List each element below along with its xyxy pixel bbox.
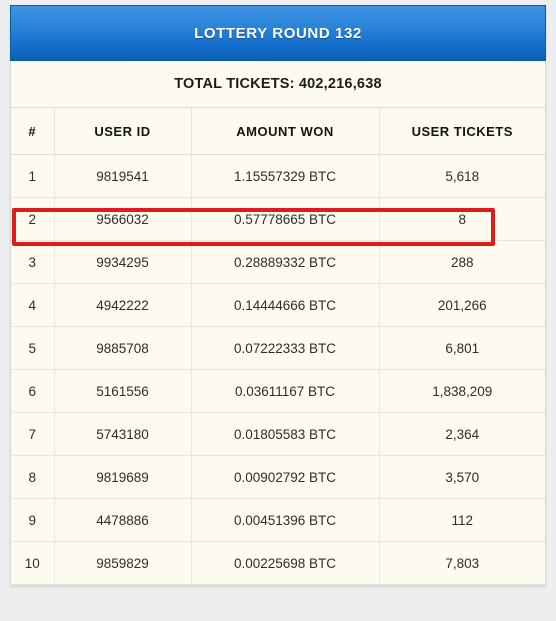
cell-rank: 9 xyxy=(11,498,55,542)
table-row[interactable]: 5 9885708 0.07222333 BTC 6,801 xyxy=(11,326,545,370)
table-body: 1 9819541 1.15557329 BTC 5,618 2 9566032 0.577… xyxy=(11,154,545,585)
table-row[interactable]: 2 9566032 0.57778665 BTC 8 xyxy=(11,197,545,241)
cell-rank: 2 xyxy=(11,197,55,241)
cell-user-id: 9859829 xyxy=(54,541,192,585)
cell-user-id: 5743180 xyxy=(54,412,192,456)
cell-rank: 7 xyxy=(11,412,55,456)
cell-user-id: 5161556 xyxy=(54,369,192,413)
cell-user-tickets: 8 xyxy=(379,197,545,241)
cell-amount-won: 0.57778665 BTC xyxy=(191,197,380,241)
cell-user-tickets: 7,803 xyxy=(379,541,545,585)
cell-user-tickets: 112 xyxy=(379,498,545,542)
cell-user-tickets: 3,570 xyxy=(379,455,545,499)
cell-amount-won: 0.03611167 BTC xyxy=(191,369,380,413)
cell-rank: 1 xyxy=(11,154,55,198)
cell-user-tickets: 6,801 xyxy=(379,326,545,370)
page-title: LOTTERY ROUND 132 xyxy=(194,24,362,42)
cell-rank: 5 xyxy=(11,326,55,370)
lottery-results-table: # USER ID AMOUNT WON USER TICKETS 1 98195… xyxy=(11,108,545,585)
cell-amount-won: 0.00451396 BTC xyxy=(191,498,380,542)
table-row[interactable]: 7 5743180 0.01805583 BTC 2,364 xyxy=(11,412,545,456)
cell-user-id: 4942222 xyxy=(54,283,192,327)
table-row[interactable]: 4 4942222 0.14444666 BTC 201,266 xyxy=(11,283,545,327)
total-tickets-label: TOTAL TICKETS: 402,216,638 xyxy=(174,76,382,92)
table-row[interactable]: 6 5161556 0.03611167 BTC 1,838,209 xyxy=(11,369,545,413)
cell-rank: 3 xyxy=(11,240,55,284)
column-header-user-id[interactable]: USER ID xyxy=(54,108,192,155)
cell-user-tickets: 201,266 xyxy=(379,283,545,327)
column-header-user-tickets[interactable]: USER TICKETS xyxy=(379,108,545,155)
cell-amount-won: 0.07222333 BTC xyxy=(191,326,380,370)
cell-amount-won: 0.01805583 BTC xyxy=(191,412,380,456)
lottery-panel: LOTTERY ROUND 132 TOTAL TICKETS: 402,216… xyxy=(10,5,546,586)
cell-rank: 4 xyxy=(11,283,55,327)
cell-user-id: 9885708 xyxy=(54,326,192,370)
cell-amount-won: 0.00225698 BTC xyxy=(191,541,380,585)
table-row[interactable]: 8 9819689 0.00902792 BTC 3,570 xyxy=(11,455,545,499)
total-tickets-band: TOTAL TICKETS: 402,216,638 xyxy=(11,61,545,108)
cell-rank: 8 xyxy=(11,455,55,499)
cell-amount-won: 0.14444666 BTC xyxy=(191,283,380,327)
cell-user-tickets: 1,838,209 xyxy=(379,369,545,413)
cell-amount-won: 1.15557329 BTC xyxy=(191,154,380,198)
cell-user-tickets: 288 xyxy=(379,240,545,284)
cell-user-id: 9934295 xyxy=(54,240,192,284)
cell-user-tickets: 2,364 xyxy=(379,412,545,456)
column-header-amount-won[interactable]: AMOUNT WON xyxy=(191,108,380,155)
table-row[interactable]: 9 4478886 0.00451396 BTC 112 xyxy=(11,498,545,542)
cell-rank: 6 xyxy=(11,369,55,413)
cell-user-id: 4478886 xyxy=(54,498,192,542)
table-row[interactable]: 3 9934295 0.28889332 BTC 288 xyxy=(11,240,545,284)
cell-user-tickets: 5,618 xyxy=(379,154,545,198)
cell-amount-won: 0.28889332 BTC xyxy=(191,240,380,284)
cell-user-id: 9819541 xyxy=(54,154,192,198)
cell-amount-won: 0.00902792 BTC xyxy=(191,455,380,499)
cell-user-id: 9819689 xyxy=(54,455,192,499)
column-header-rank[interactable]: # xyxy=(11,108,55,155)
table-header: # USER ID AMOUNT WON USER TICKETS xyxy=(11,108,545,155)
table-row[interactable]: 10 9859829 0.00225698 BTC 7,803 xyxy=(11,541,545,585)
panel-title-bar: LOTTERY ROUND 132 xyxy=(10,5,546,61)
cell-user-id: 9566032 xyxy=(54,197,192,241)
table-row[interactable]: 1 9819541 1.15557329 BTC 5,618 xyxy=(11,154,545,198)
table-header-row: # USER ID AMOUNT WON USER TICKETS xyxy=(11,108,545,155)
cell-rank: 10 xyxy=(11,541,55,585)
